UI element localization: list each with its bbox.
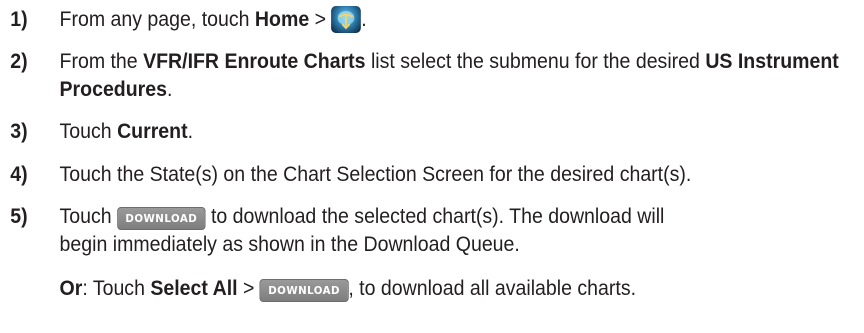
step-text: Touch the State(s) on the Chart Selectio… xyxy=(59,163,692,186)
instructions-document: 1) From any page, touch Home > . 2) From… xyxy=(0,0,864,333)
vfr-ifr-label: VFR/IFR Enroute Charts xyxy=(143,50,366,73)
download-button[interactable]: DOWNLOAD xyxy=(117,207,206,230)
home-label: Home xyxy=(254,8,310,31)
step-text: From the VFR/IFR Enroute Charts list sel… xyxy=(59,50,839,101)
step-number: 1) xyxy=(10,8,28,31)
step-number: 5) xyxy=(10,205,28,228)
step-text: Touch DOWNLOAD to download the selected … xyxy=(59,205,665,256)
download-button[interactable]: DOWNLOAD xyxy=(259,279,349,302)
current-label: Current xyxy=(117,120,188,143)
charts-globe-icon xyxy=(331,6,362,33)
step-text: From any page, touch Home > . xyxy=(59,6,367,33)
select-all-label: Select All xyxy=(150,277,238,300)
or-text: Or: Touch Select All > DOWNLOAD, to down… xyxy=(59,277,637,302)
step-number: 2) xyxy=(10,50,28,73)
or-label: Or xyxy=(59,277,83,300)
step-number: 3) xyxy=(10,120,28,143)
step-number: 4) xyxy=(10,163,28,186)
step-text: Touch Current. xyxy=(59,120,194,143)
